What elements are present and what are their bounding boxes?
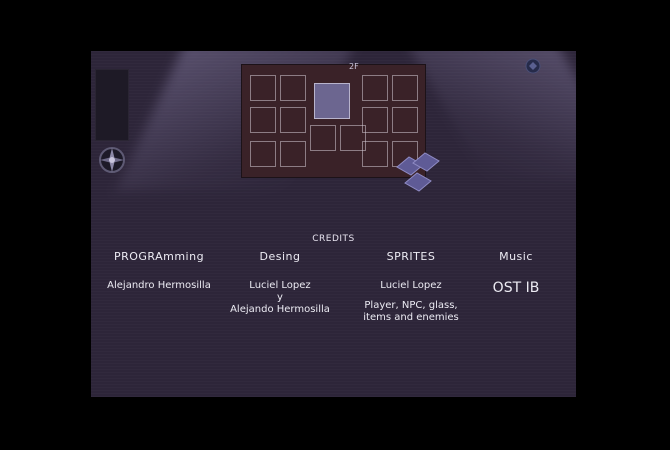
inventory-panel <box>95 69 129 141</box>
credit-line: OST IB <box>492 280 540 296</box>
design-body: Luciel Lopez y Alejando Hermosilla <box>205 280 355 316</box>
rug-tile <box>280 141 306 167</box>
music-body: OST IB <box>441 280 576 296</box>
credit-line: items and enemies <box>363 312 459 323</box>
rug-tile <box>362 75 388 101</box>
rug-tile <box>392 107 418 133</box>
rug-tile <box>280 107 306 133</box>
rug-tile <box>362 141 388 167</box>
rug-tile <box>250 107 276 133</box>
credit-line: y <box>277 292 283 303</box>
rug-tile <box>250 75 276 101</box>
credits-column-design: Desing Luciel Lopez y Alejando Hermosill… <box>205 250 355 316</box>
design-heading: Desing <box>259 250 301 263</box>
credits-column-music: Music OST IB <box>441 250 576 296</box>
room-label: 2F <box>349 62 359 71</box>
rug-tile <box>280 75 306 101</box>
bed-sprite <box>314 83 350 119</box>
orb-icon <box>525 58 541 74</box>
rug-tile <box>250 141 276 167</box>
credit-line: Alejando Hermosilla <box>230 304 330 315</box>
rug-tile <box>392 75 418 101</box>
pillow-icon <box>396 152 440 192</box>
rug-tile <box>362 107 388 133</box>
rug-tile <box>310 125 336 151</box>
game-stage: 2F CREDITS PROGRAmming Alejandro Hermosi… <box>91 51 576 397</box>
compass-icon <box>99 147 125 173</box>
credit-line: Luciel Lopez <box>249 280 311 291</box>
credit-line: Player, NPC, glass, <box>364 300 458 311</box>
credits-title: CREDITS <box>312 234 355 244</box>
music-heading: Music <box>499 250 533 263</box>
